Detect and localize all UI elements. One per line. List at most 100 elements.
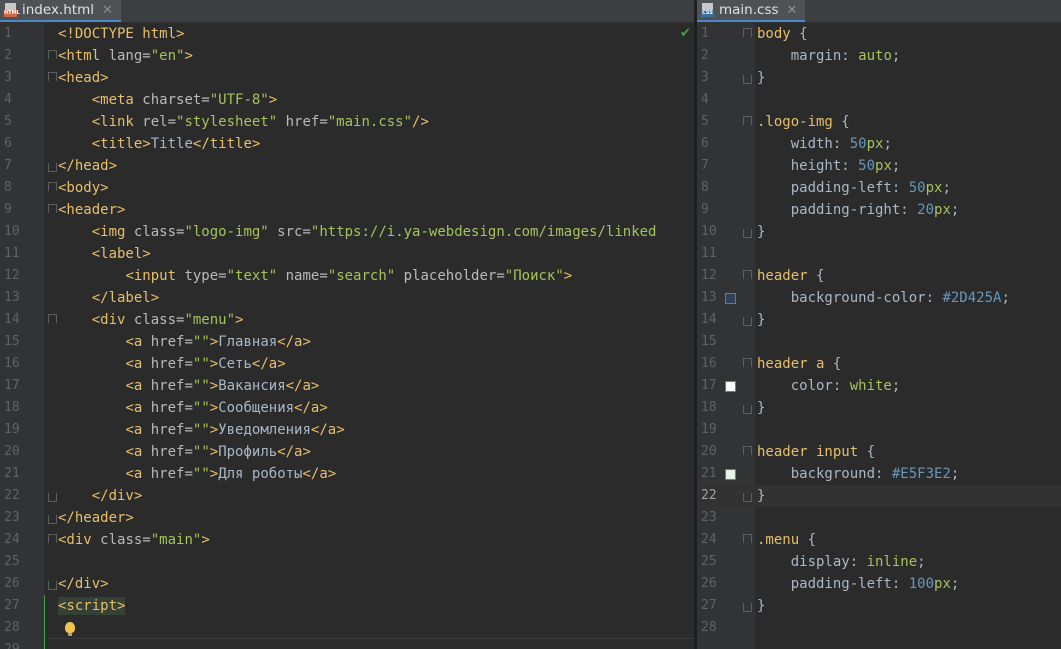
code-line[interactable]: 23 </header> [0, 507, 694, 529]
code-text[interactable]: <a href="">Сообщения</a> [58, 397, 327, 419]
code-line[interactable]: 12 <input type="text" name="search" plac… [0, 265, 694, 287]
code-text[interactable]: </div> [58, 573, 109, 595]
html-editor-pane[interactable]: HTML index.html ✕ 1 <!DOCTYPE html> 2 <html… [0, 0, 694, 649]
fold-marker-icon[interactable] [741, 111, 752, 133]
code-line[interactable]: 24 <div class="main"> [0, 529, 694, 551]
fold-marker-icon[interactable] [741, 309, 752, 331]
color-swatch[interactable] [725, 293, 736, 304]
fold-marker-icon[interactable] [741, 595, 752, 617]
code-line[interactable]: 4 <meta charset="UTF-8"> [0, 89, 694, 111]
code-text[interactable]: <head> [58, 67, 109, 89]
code-text[interactable]: background: #E5F3E2; [757, 463, 960, 485]
code-text[interactable]: <div class="main"> [58, 529, 210, 551]
code-line[interactable]: 23 [697, 507, 1061, 529]
code-line[interactable]: 7 </head> [0, 155, 694, 177]
code-text[interactable]: padding-left: 100px; [757, 573, 960, 595]
fold-marker-icon[interactable] [46, 45, 57, 67]
fold-marker-icon[interactable] [46, 507, 57, 529]
code-text[interactable]: <body> [58, 177, 109, 199]
code-text[interactable]: .logo-img { [757, 111, 850, 133]
code-line[interactable]: 2 margin: auto; [697, 45, 1061, 67]
code-line[interactable]: 11 <label> [0, 243, 694, 265]
code-text[interactable]: </head> [58, 155, 117, 177]
fold-marker-icon[interactable] [741, 397, 752, 419]
code-text[interactable]: padding-right: 20px; [757, 199, 960, 221]
code-text[interactable]: padding-left: 50px; [757, 177, 951, 199]
fold-marker-icon[interactable] [46, 199, 57, 221]
code-text[interactable]: <a href="">Сеть</a> [58, 353, 285, 375]
code-text[interactable]: header input { [757, 441, 875, 463]
fold-marker-icon[interactable] [46, 177, 57, 199]
code-text[interactable]: height: 50px; [757, 155, 901, 177]
code-line[interactable]: 21 <a href="">Для роботы</a> [0, 463, 694, 485]
code-line[interactable]: 15 <a href="">Главная</a> [0, 331, 694, 353]
code-text[interactable]: <div class="menu"> [58, 309, 244, 331]
code-line[interactable]: 4 [697, 89, 1061, 111]
horizontal-scrollbar[interactable] [44, 638, 694, 649]
fold-marker-icon[interactable] [741, 265, 752, 287]
code-text[interactable]: <html lang="en"> [58, 45, 193, 67]
fold-marker-icon[interactable] [741, 23, 752, 45]
code-line[interactable]: 1 <!DOCTYPE html> [0, 23, 694, 45]
code-text[interactable]: <title>Title</title> [58, 133, 261, 155]
code-text[interactable]: <meta charset="UTF-8"> [58, 89, 277, 111]
code-line[interactable]: 2 <html lang="en"> [0, 45, 694, 67]
fold-marker-icon[interactable] [741, 67, 752, 89]
close-icon[interactable]: ✕ [787, 3, 798, 18]
code-line[interactable]: 19 <a href="">Уведомления</a> [0, 419, 694, 441]
code-line[interactable]: 18 <a href="">Сообщения</a> [0, 397, 694, 419]
code-line[interactable]: 28 [0, 617, 694, 639]
code-line[interactable]: 20 <a href="">Профиль</a> [0, 441, 694, 463]
code-text[interactable]: <a href="">Уведомления</a> [58, 419, 344, 441]
code-line[interactable]: 19 [697, 419, 1061, 441]
code-line[interactable]: 6 <title>Title</title> [0, 133, 694, 155]
code-line[interactable]: 8 <body> [0, 177, 694, 199]
code-text[interactable]: <script> [58, 595, 126, 617]
code-text[interactable]: <link rel="stylesheet" href="main.css"/> [58, 111, 429, 133]
code-text[interactable]: <header> [58, 199, 125, 221]
code-line[interactable]: 15 [697, 331, 1061, 353]
code-text[interactable]: background-color: #2D425A; [757, 287, 1010, 309]
code-text[interactable]: <a href="">Вакансия</a> [58, 375, 319, 397]
color-swatch[interactable] [725, 469, 736, 480]
code-line[interactable]: 17 color: white; [697, 375, 1061, 397]
code-line[interactable]: 25 display: inline; [697, 551, 1061, 573]
code-line[interactable]: 13 background-color: #2D425A; [697, 287, 1061, 309]
fold-marker-icon[interactable] [46, 155, 57, 177]
code-line[interactable]: 11 [697, 243, 1061, 265]
close-icon[interactable]: ✕ [102, 3, 113, 18]
code-text[interactable]: } [757, 309, 765, 331]
code-line[interactable]: 22 </div> [0, 485, 694, 507]
fold-marker-icon[interactable] [46, 573, 57, 595]
code-line[interactable]: 28 [697, 617, 1061, 639]
code-line[interactable]: 16 <a href="">Сеть</a> [0, 353, 694, 375]
code-text[interactable]: header { [757, 265, 824, 287]
tab-index-html[interactable]: HTML index.html ✕ [0, 0, 121, 22]
code-text[interactable]: } [757, 397, 765, 419]
code-line[interactable]: 3 <head> [0, 67, 694, 89]
code-text[interactable]: <a href="">Главная</a> [58, 331, 310, 353]
code-text[interactable]: </header> [58, 507, 134, 529]
code-text[interactable]: display: inline; [757, 551, 926, 573]
color-swatch[interactable] [725, 381, 736, 392]
code-line[interactable]: 14 <div class="menu"> [0, 309, 694, 331]
css-editor-pane[interactable]: CSS main.css ✕ 1 body {2 margin: auto; 3} 4… [697, 0, 1061, 649]
code-line[interactable]: 5 <link rel="stylesheet" href="main.css"… [0, 111, 694, 133]
code-area[interactable]: 1 body {2 margin: auto; 3} 4 5 .logo-img {6 w… [697, 23, 1061, 649]
code-text[interactable]: <!DOCTYPE html> [58, 23, 184, 45]
code-line[interactable]: 10 <img class="logo-img" src="https://i.… [0, 221, 694, 243]
tab-main-css[interactable]: CSS main.css ✕ [697, 0, 806, 22]
code-text[interactable]: <a href="">Профиль</a> [58, 441, 310, 463]
fold-marker-icon[interactable] [741, 441, 752, 463]
fold-marker-icon[interactable] [46, 67, 57, 89]
code-line[interactable]: 13 </label> [0, 287, 694, 309]
fold-marker-icon[interactable] [741, 485, 752, 507]
code-text[interactable]: width: 50px; [757, 133, 892, 155]
code-line[interactable]: 27 <script> [0, 595, 694, 617]
fold-marker-icon[interactable] [741, 221, 752, 243]
code-text[interactable]: body { [757, 23, 808, 45]
code-text[interactable]: <a href="">Для роботы</a> [58, 463, 336, 485]
code-text[interactable]: header a { [757, 353, 841, 375]
code-line[interactable]: 9 padding-right: 20px; [697, 199, 1061, 221]
fold-marker-icon[interactable] [741, 529, 752, 551]
